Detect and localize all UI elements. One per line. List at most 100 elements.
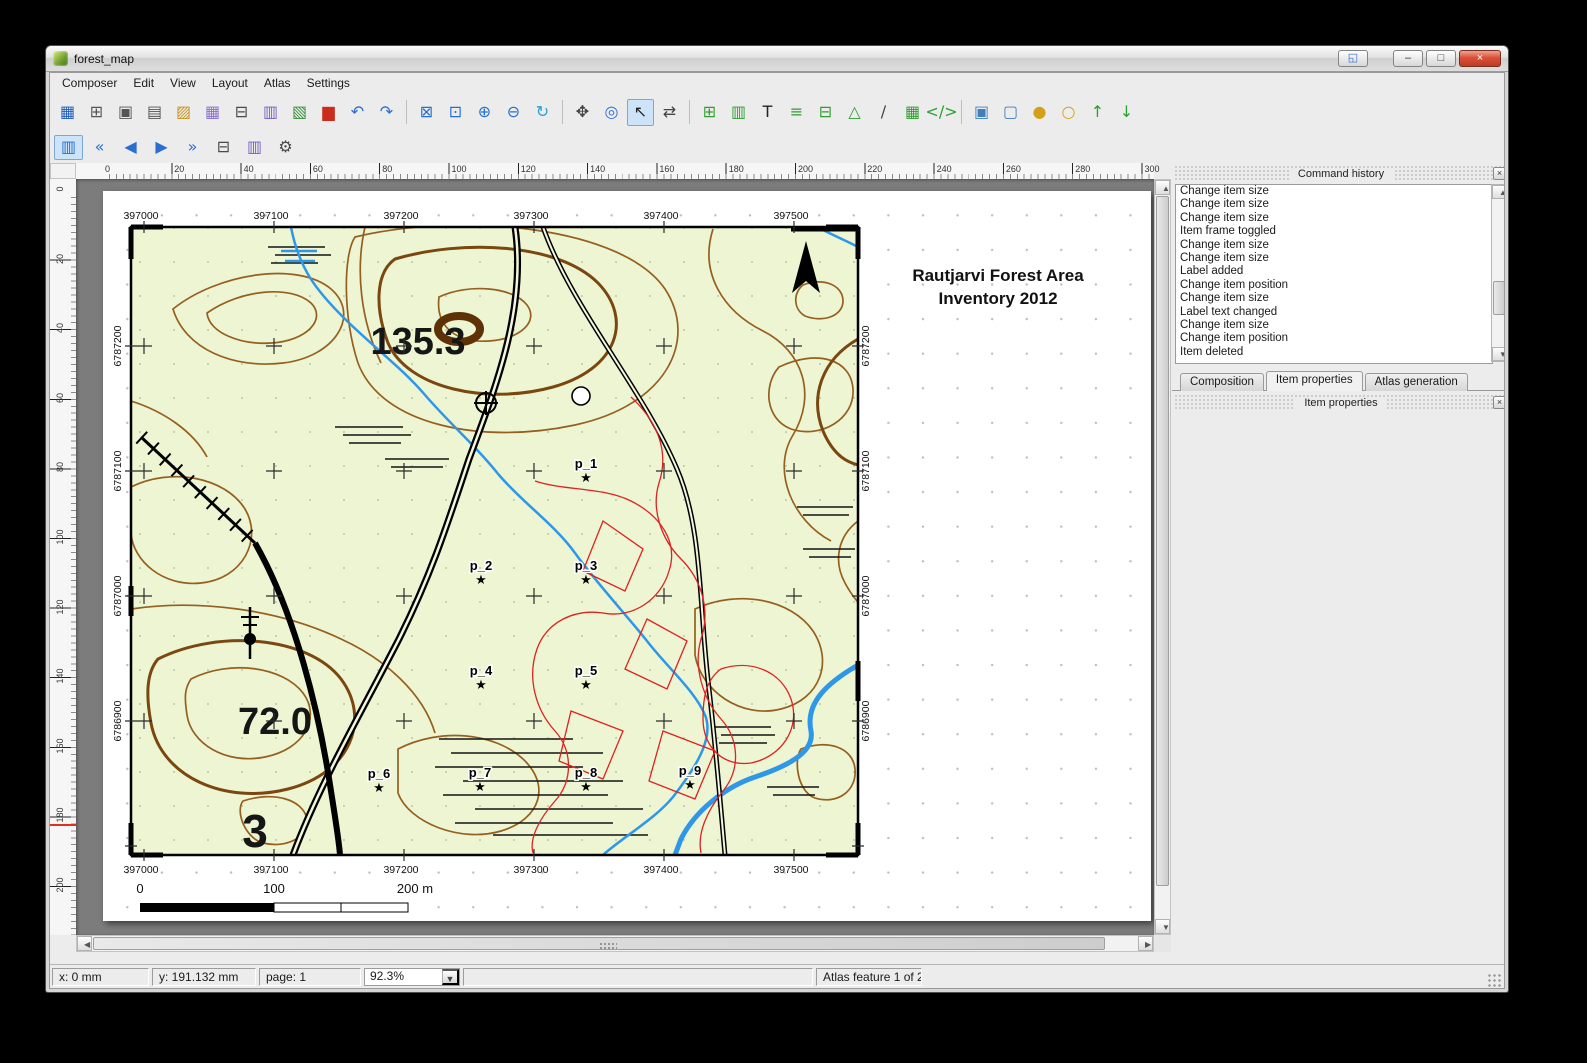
ruler-top-label: 120	[521, 164, 536, 174]
scroll-down-icon[interactable]: ▼	[1492, 347, 1505, 361]
lock-items-button[interactable]: ●	[1026, 99, 1053, 126]
group-items-button[interactable]: ▣	[968, 99, 995, 126]
add-arrow-icon: ∕	[881, 104, 886, 120]
add-new-map-button[interactable]: ⊞	[696, 99, 723, 126]
print-atlas-icon: ⊟	[217, 139, 230, 155]
scroll-up-icon[interactable]: ▲	[1155, 180, 1170, 195]
save-project-button[interactable]: ▦	[54, 99, 81, 126]
print-atlas-button[interactable]: ⊟	[209, 135, 238, 160]
history-item[interactable]: Change item size	[1176, 239, 1492, 252]
history-item[interactable]: Change item position	[1176, 279, 1492, 292]
move-item-content-button[interactable]: ⇄	[656, 99, 683, 126]
history-item[interactable]: Item deleted	[1176, 346, 1492, 359]
history-item[interactable]: Change item size	[1176, 212, 1492, 225]
new-composer-button[interactable]: ⊞	[83, 99, 110, 126]
export-pdf-button[interactable]: ▆	[315, 99, 342, 126]
history-item[interactable]: Change item size	[1176, 198, 1492, 211]
add-html-frame-button[interactable]: </>	[928, 99, 955, 126]
unlock-all-button[interactable]: ○	[1055, 99, 1082, 126]
add-basic-shape-button[interactable]: △	[841, 99, 868, 126]
atlas-preview-button[interactable]: ▥	[54, 135, 83, 160]
atlas-first-feature-button[interactable]: «	[85, 135, 114, 160]
close-icon[interactable]: ×	[1493, 167, 1505, 180]
ruler-left[interactable]: 020406080100120140160180200	[50, 179, 77, 935]
composition-canvas[interactable]: 135.3 72.0 3 Rautjarvi Forest Area Inven…	[76, 179, 1154, 935]
ruler-top[interactable]: 0204060801001201401601802002202402602803…	[76, 163, 1154, 180]
menu-layout[interactable]: Layout	[204, 74, 256, 93]
map-coord-label: 6787100	[112, 450, 124, 491]
zoom-out-button[interactable]: ⊖	[500, 99, 527, 126]
tab-atlas-generation[interactable]: Atlas generation	[1365, 373, 1468, 391]
dock-window-button[interactable]: ◱	[1338, 50, 1368, 67]
window-resize-grip[interactable]	[1487, 973, 1502, 988]
zoom-in-button[interactable]: ⊕	[471, 99, 498, 126]
duplicate-composer-button[interactable]: ▣	[112, 99, 139, 126]
command-history-scrollbar[interactable]: ▲ ▼	[1491, 184, 1505, 362]
sample-point-star-icon: ★	[580, 470, 592, 485]
atlas-next-feature-button[interactable]: ▶	[147, 135, 176, 160]
save-as-template-button[interactable]: ▦	[199, 99, 226, 126]
menu-edit[interactable]: Edit	[125, 74, 162, 93]
zoom-level-combobox[interactable]: 92.3% ▼	[364, 968, 460, 986]
scroll-right-icon[interactable]: ▶	[1138, 936, 1153, 951]
load-from-template-button[interactable]: ▨	[170, 99, 197, 126]
composer-manager-button[interactable]: ▤	[141, 99, 168, 126]
zoom-tool-button[interactable]: ◎	[598, 99, 625, 126]
add-new-legend-button[interactable]: ≡	[783, 99, 810, 126]
vertical-scroll-thumb[interactable]	[1156, 196, 1169, 886]
zoom-out-icon: ⊖	[507, 104, 520, 120]
export-atlas-button[interactable]: ▥	[240, 135, 269, 160]
add-arrow-button[interactable]: ∕	[870, 99, 897, 126]
history-item[interactable]: Change item position	[1176, 332, 1492, 345]
close-button[interactable]: ×	[1459, 50, 1501, 67]
add-new-scalebar-button[interactable]: ⊟	[812, 99, 839, 126]
redo-button[interactable]: ↷	[373, 99, 400, 126]
menu-settings[interactable]: Settings	[299, 74, 358, 93]
title-bar[interactable]: forest_map ◱ – □ ×	[46, 46, 1508, 72]
add-attribute-table-button[interactable]: ▦	[899, 99, 926, 126]
scroll-left-icon[interactable]: ◀	[77, 936, 92, 951]
menu-composer[interactable]: Composer	[54, 74, 125, 93]
composition-page[interactable]: 135.3 72.0 3 Rautjarvi Forest Area Inven…	[103, 191, 1151, 921]
atlas-last-feature-button[interactable]: »	[178, 135, 207, 160]
tab-composition[interactable]: Composition	[1180, 373, 1264, 391]
zoom-full-button[interactable]: ⊠	[413, 99, 440, 126]
canvas-horizontal-scrollbar[interactable]: ◀ ▶	[76, 935, 1154, 952]
history-item[interactable]: Change item size	[1176, 185, 1492, 198]
select-move-item-button[interactable]: ↖	[627, 99, 654, 126]
history-item[interactable]: Change item size	[1176, 252, 1492, 265]
lower-items-button[interactable]: ↓	[1113, 99, 1140, 126]
history-scroll-thumb[interactable]	[1493, 281, 1505, 315]
history-item[interactable]: Label added	[1176, 265, 1492, 278]
print-button[interactable]: ⊟	[228, 99, 255, 126]
export-image-button[interactable]: ▥	[257, 99, 284, 126]
add-image-button[interactable]: ▥	[725, 99, 752, 126]
pan-button[interactable]: ✥	[569, 99, 596, 126]
history-item[interactable]: Change item size	[1176, 292, 1492, 305]
scroll-down-icon[interactable]: ▼	[1155, 919, 1170, 934]
add-new-label-button[interactable]: T	[754, 99, 781, 126]
refresh-view-button[interactable]: ↻	[529, 99, 556, 126]
horizontal-scroll-thumb[interactable]	[93, 937, 1105, 950]
close-icon[interactable]: ×	[1493, 396, 1505, 409]
elevation-label-3: 3	[242, 805, 268, 857]
undo-button[interactable]: ↶	[344, 99, 371, 126]
canvas-vertical-scrollbar[interactable]: ▲ ▼	[1154, 179, 1171, 935]
scroll-up-icon[interactable]: ▲	[1492, 185, 1505, 199]
raise-items-button[interactable]: ↑	[1084, 99, 1111, 126]
atlas-settings-button[interactable]: ⚙	[271, 135, 300, 160]
history-item[interactable]: Change item size	[1176, 319, 1492, 332]
zoom-actual-button[interactable]: ⊡	[442, 99, 469, 126]
history-item[interactable]: Label text changed	[1176, 306, 1492, 319]
export-svg-button[interactable]: ▧	[286, 99, 313, 126]
history-item[interactable]: Item frame toggled	[1176, 225, 1492, 238]
menu-view[interactable]: View	[162, 74, 204, 93]
maximize-button[interactable]: □	[1426, 50, 1456, 67]
chevron-down-icon[interactable]: ▼	[442, 969, 459, 985]
menu-atlas[interactable]: Atlas	[256, 74, 299, 93]
minimize-button[interactable]: –	[1393, 50, 1423, 67]
tab-item-properties[interactable]: Item properties	[1266, 371, 1363, 391]
save-project-icon: ▦	[60, 104, 75, 120]
ungroup-items-button[interactable]: ▢	[997, 99, 1024, 126]
atlas-previous-feature-button[interactable]: ◀	[116, 135, 145, 160]
